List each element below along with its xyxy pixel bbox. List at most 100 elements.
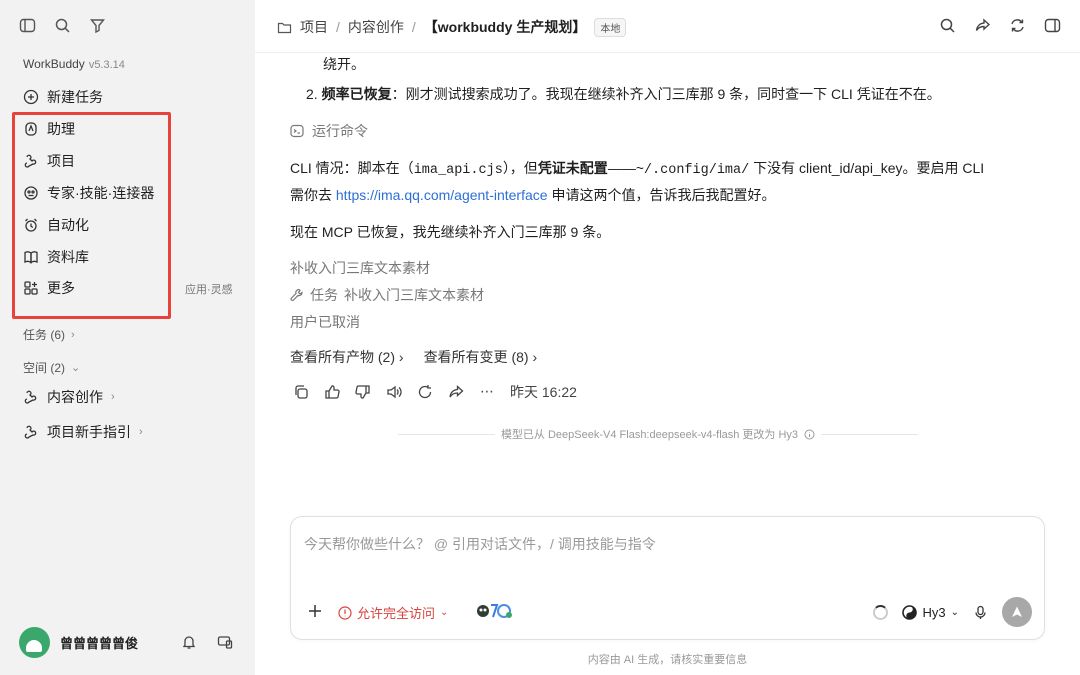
- app-title: WorkBuddy: [23, 57, 85, 71]
- space-item-label: 项目新手指引: [47, 424, 131, 440]
- bell-icon[interactable]: [181, 634, 197, 650]
- run-command-toggle[interactable]: 运行命令: [290, 121, 368, 141]
- send-button[interactable]: [1002, 597, 1032, 627]
- space-icon: [23, 424, 39, 440]
- access-mode-label: 允许完全访问: [357, 606, 436, 621]
- task-name: 补收入门三库文本素材: [344, 287, 484, 303]
- app-name: WorkBuddy v5.3.14: [23, 57, 125, 71]
- more-icon[interactable]: ⋯: [479, 384, 495, 400]
- info-icon[interactable]: [804, 429, 815, 440]
- message-paragraph: 需你去 https://ima.qq.com/agent-interface 申…: [290, 185, 775, 205]
- task-row[interactable]: 任务 补收入门三库文本素材: [290, 285, 484, 305]
- thumbs-up-icon[interactable]: [324, 384, 340, 400]
- search-icon[interactable]: [54, 17, 71, 34]
- message-paragraph: CLI 情况：脚本在（ima_api.cjs），但凭证未配置——~/.confi…: [290, 158, 984, 178]
- list-item: 2. 频率已恢复：刚才测试搜索成功了。我现在继续补齐入门三库那 9 条，同时查一…: [306, 84, 941, 104]
- message-actions: ⋯ 昨天 16:22: [293, 382, 577, 402]
- spaces-section-toggle[interactable]: 空间 (2) ⌄: [23, 359, 80, 376]
- username: 曾曾曾曾曾俊: [60, 636, 139, 651]
- view-changes-label: 查看所有变更 (8): [423, 349, 529, 365]
- wrench-icon: [290, 288, 304, 302]
- highlight-box: [12, 112, 171, 319]
- composer-controls: Hy3 ⌄: [873, 597, 1032, 627]
- page-title: 【workbuddy 生产规划】: [423, 19, 587, 35]
- inline-code: ~/.config/ima/: [635, 163, 750, 178]
- space-item-content[interactable]: 内容创作 ›: [23, 386, 115, 408]
- view-artifacts-label: 查看所有产物 (2): [290, 349, 395, 365]
- copy-icon[interactable]: [293, 384, 309, 400]
- space-item-guide[interactable]: 项目新手指引 ›: [23, 421, 143, 443]
- ai-disclaimer: 内容由 AI 生成，请核实重要信息: [587, 654, 748, 666]
- tasks-section-toggle[interactable]: 任务 (6) ›: [23, 326, 75, 343]
- share-icon[interactable]: [974, 17, 991, 34]
- message-composer: 今天帮你做些什么？ @ 引用对话文件，/ 调用技能与指令 允许完全访问 ⌄ Hy…: [290, 516, 1045, 640]
- space-item-label: 内容创作: [47, 389, 103, 405]
- message-text: 绕开。: [323, 56, 365, 72]
- top-bar: 项目 / 内容创作 / 【workbuddy 生产规划】 本地: [255, 0, 1080, 53]
- local-badge: 本地: [594, 17, 627, 37]
- breadcrumb-separator: /: [411, 19, 416, 35]
- model-change-text: 模型已从 DeepSeek-V4 Flash:deepseek-v4-flash…: [500, 429, 799, 441]
- text-segment: CLI 情况：脚本在（: [290, 160, 414, 176]
- divider: [821, 433, 918, 435]
- sidebar-toggle-icon[interactable]: [19, 17, 36, 34]
- new-task-button[interactable]: 新建任务: [23, 86, 103, 108]
- chevron-down-icon: ⌄: [950, 606, 959, 618]
- text-segment: 需你去: [290, 187, 336, 203]
- list-item-heading: 频率已恢复: [321, 86, 392, 102]
- plus-icon[interactable]: [307, 603, 323, 619]
- text-segment: 申请这两个值，告诉我后我配置好。: [547, 187, 776, 203]
- chevron-right-icon: ›: [71, 328, 75, 341]
- device-switch-icon[interactable]: [217, 634, 233, 650]
- model-label: Hy3: [922, 604, 946, 620]
- message-timestamp: 昨天 16:22: [510, 384, 577, 400]
- ima-link[interactable]: https://ima.qq.com/agent-interface: [336, 187, 548, 203]
- artifacts-row: 查看所有产物 (2) › 查看所有变更 (8) ›: [290, 347, 537, 367]
- chevron-down-icon: ⌄: [440, 607, 449, 618]
- breadcrumb-space[interactable]: 内容创作: [348, 17, 404, 37]
- run-command-label: 运行命令: [312, 123, 368, 139]
- user-actions: [181, 634, 233, 650]
- sidebar-toolbar: [19, 17, 106, 34]
- text-segment: ——: [607, 160, 636, 176]
- model-selector[interactable]: Hy3 ⌄: [902, 605, 959, 620]
- list-item-text: ：刚才测试搜索成功了。我现在继续补齐入门三库那 9 条，同时查一下 CLI 凭证…: [391, 86, 941, 102]
- bold-text: 凭证未配置: [537, 160, 608, 176]
- view-artifacts-link[interactable]: 查看所有产物 (2) ›: [290, 347, 404, 367]
- speaker-icon[interactable]: [386, 384, 402, 400]
- text-segment: 下没有 client_id/api_key。要启用 CLI: [749, 160, 985, 176]
- composer-input[interactable]: 今天帮你做些什么？ @ 引用对话文件，/ 调用技能与指令: [304, 534, 656, 554]
- task-label: 任务: [310, 287, 338, 303]
- search-icon[interactable]: [939, 17, 956, 34]
- warning-icon: [338, 605, 352, 620]
- folder-icon: [277, 20, 292, 35]
- access-mode-dropdown[interactable]: 允许完全访问 ⌄: [338, 603, 448, 622]
- list-number: 2.: [306, 86, 318, 102]
- app-version: v5.3.14: [88, 59, 125, 71]
- tasks-section-label: 任务 (6): [23, 328, 66, 342]
- space-icon: [23, 389, 39, 405]
- subtask-title: 补收入门三库文本素材: [290, 260, 430, 276]
- integration-logos-icon[interactable]: [476, 602, 514, 620]
- loading-spinner-icon: [873, 604, 889, 620]
- view-changes-link[interactable]: 查看所有变更 (8) ›: [424, 347, 538, 367]
- new-task-label: 新建任务: [47, 89, 103, 105]
- plus-circle-icon: [23, 89, 39, 105]
- share-icon[interactable]: [448, 384, 464, 400]
- model-change-notice: 模型已从 DeepSeek-V4 Flash:deepseek-v4-flash…: [398, 426, 918, 442]
- terminal-icon: [290, 124, 304, 138]
- more-hint: 应用·灵感: [185, 284, 233, 296]
- text-segment: ），但: [502, 160, 538, 176]
- thumbs-down-icon[interactable]: [355, 384, 371, 400]
- breadcrumb-projects[interactable]: 项目: [300, 17, 328, 37]
- filter-icon[interactable]: [89, 17, 106, 34]
- breadcrumb: 项目 / 内容创作 / 【workbuddy 生产规划】 本地: [277, 17, 627, 37]
- microphone-icon[interactable]: [973, 605, 988, 620]
- spaces-section-label: 空间 (2): [23, 361, 66, 375]
- chevron-down-icon: ⌄: [71, 362, 81, 374]
- sync-icon[interactable]: [1009, 17, 1026, 34]
- sidebar: WorkBuddy v5.3.14 新建任务 助理 项目 专家·技能·连接器 自动…: [0, 0, 255, 675]
- divider: [398, 433, 495, 435]
- regenerate-icon[interactable]: [417, 384, 433, 400]
- panel-toggle-icon[interactable]: [1044, 17, 1061, 34]
